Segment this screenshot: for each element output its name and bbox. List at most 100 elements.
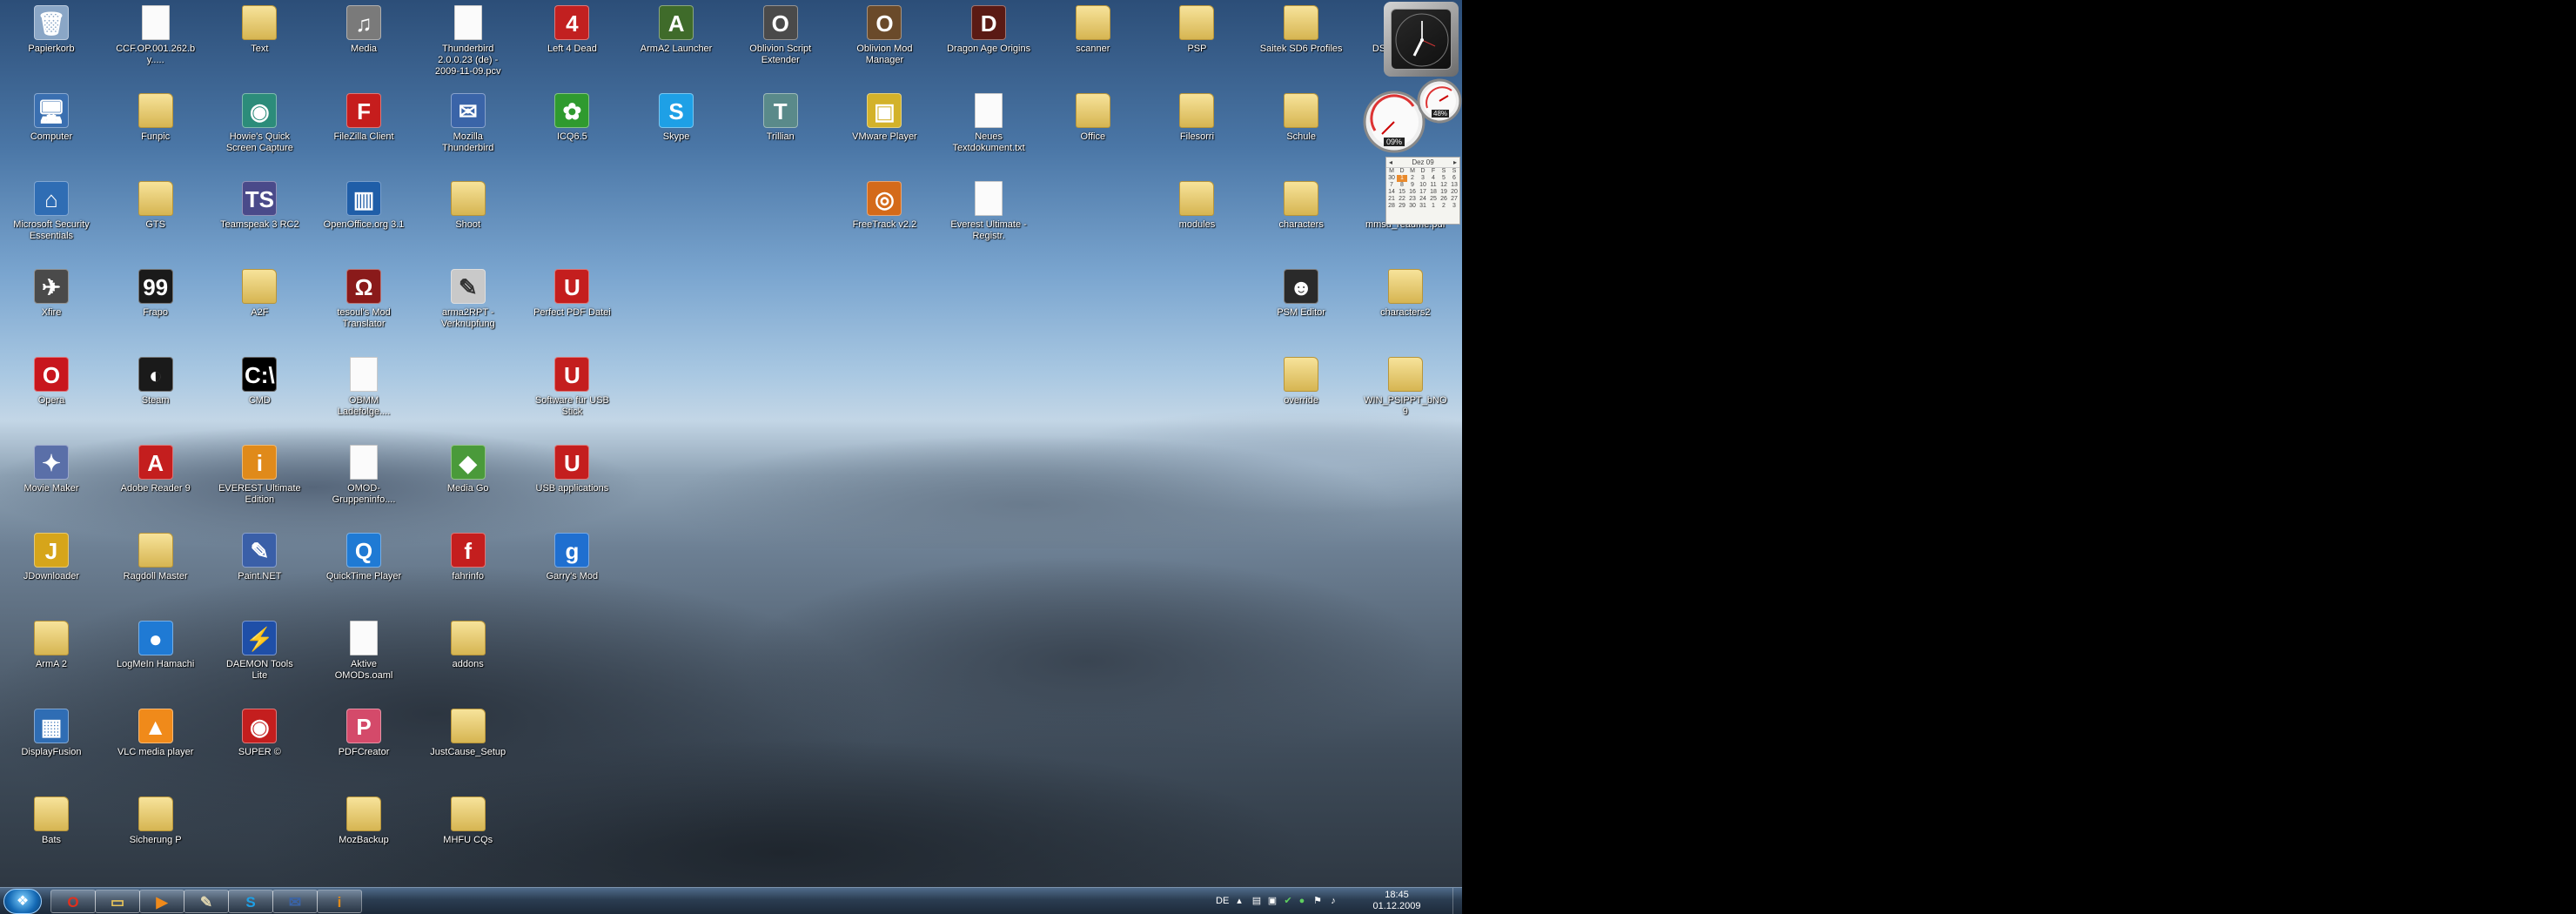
calendar-day[interactable]: 24 [1418, 196, 1428, 203]
calendar-day[interactable]: 17 [1418, 189, 1428, 196]
language-indicator[interactable]: DE [1216, 896, 1229, 906]
taskbar-notepad-button[interactable]: ✎ [184, 890, 229, 913]
calendar-day[interactable]: 19 [1439, 189, 1449, 196]
calendar-day[interactable]: 21 [1386, 196, 1397, 203]
update-icon[interactable]: ● [1296, 895, 1308, 907]
desktop-icon[interactable]: characters [1259, 181, 1343, 231]
desktop-icon[interactable]: ArmA 2 [10, 621, 93, 670]
desktop-icon[interactable]: g Garry's Mod [530, 533, 614, 582]
calendar-day[interactable]: 14 [1386, 189, 1397, 196]
desktop-icon[interactable]: J JDownloader [10, 533, 93, 582]
desktop-icon[interactable]: A2F [218, 269, 301, 319]
calendar-day[interactable]: 10 [1418, 182, 1428, 189]
clock-gadget[interactable] [1384, 2, 1459, 77]
desktop-icon[interactable]: scanner [1051, 5, 1135, 55]
desktop-icon[interactable]: 4 Left 4 Dead [530, 5, 614, 55]
desktop-icon[interactable]: MHFU CQs [426, 796, 510, 846]
calendar-day[interactable]: 7 [1386, 182, 1397, 189]
taskbar-skype-button[interactable]: S [228, 890, 273, 913]
taskbar-explorer-button[interactable]: ▭ [95, 890, 140, 913]
desktop-icon[interactable]: C:\ CMD [218, 357, 301, 407]
desktop-icon[interactable]: Saitek SD6 Profiles [1259, 5, 1343, 55]
desktop-icon[interactable]: Bats [10, 796, 93, 846]
desktop-icon[interactable]: ☻ PSM Editor [1259, 269, 1343, 319]
desktop-icon[interactable]: ⌂ Microsoft Security Essentials [10, 181, 93, 242]
desktop-icon[interactable]: i EVEREST Ultimate Edition [218, 445, 301, 506]
calendar-day[interactable]: 3 [1449, 203, 1459, 210]
desktop-icon[interactable]: S Skype [634, 93, 718, 143]
desktop-icon[interactable]: F FileZilla Client [322, 93, 406, 143]
show-desktop-button[interactable] [1452, 888, 1462, 914]
taskbar-thunderbird-button[interactable]: ✉ [272, 890, 318, 913]
calendar-day[interactable]: 4 [1428, 175, 1439, 182]
calendar-day[interactable]: 18 [1428, 189, 1439, 196]
calendar-day[interactable]: 28 [1386, 203, 1397, 210]
desktop-icon[interactable]: ◉ Howie's Quick Screen Capture [218, 93, 301, 154]
desktop-icon[interactable]: ♫ Media [322, 5, 406, 55]
desktop-icon[interactable]: O Opera [10, 357, 93, 407]
calendar-day[interactable]: 2 [1439, 203, 1449, 210]
desktop-icon[interactable]: ▣ VMware Player [842, 93, 926, 143]
calendar-day[interactable]: 20 [1449, 189, 1459, 196]
desktop-icon[interactable]: WIN_PSIPPT_bNO9 [1364, 357, 1447, 418]
show-hidden-icons-icon[interactable]: ▴ [1233, 895, 1245, 907]
desktop-icon[interactable]: U Software für USB Stick [530, 357, 614, 418]
taskbar-everest-button[interactable]: i [317, 890, 362, 913]
calendar-day[interactable]: 6 [1449, 175, 1459, 182]
desktop-icon[interactable]: Thunderbird 2.0.0.23 (de) - 2009-11-09.p… [426, 5, 510, 77]
desktop-icon[interactable]: D Dragon Age Origins [947, 5, 1030, 55]
calendar-day[interactable]: 23 [1407, 196, 1418, 203]
desktop-icon[interactable]: OBMM Ladefolge.... [322, 357, 406, 418]
desktop-icon[interactable]: MozBackup [322, 796, 406, 846]
desktop-icon[interactable]: ◎ FreeTrack v2.2 [842, 181, 926, 231]
desktop-icon[interactable]: ✈ Xfire [10, 269, 93, 319]
desktop-icon[interactable]: Shoot [426, 181, 510, 231]
network-icon[interactable]: ▤ [1251, 895, 1263, 907]
calendar-day[interactable]: 25 [1428, 196, 1439, 203]
calendar-day[interactable]: 1 [1428, 203, 1439, 210]
desktop-icon[interactable]: ▦ DisplayFusion [10, 709, 93, 758]
desktop-icon[interactable]: override [1259, 357, 1343, 407]
desktop-icon[interactable]: Ωtesoul's Mod Translator [322, 269, 406, 330]
desktop-icon[interactable]: Everest Ultimate - Registr. [947, 181, 1030, 242]
calendar-day[interactable]: 12 [1439, 182, 1449, 189]
desktop-icon[interactable]: 🖥 Computer [10, 93, 93, 143]
desktop-icon[interactable]: Neues Textdokument.txt [947, 93, 1030, 154]
desktop-icon[interactable]: GTS [114, 181, 198, 231]
calendar-day[interactable]: 2 [1407, 175, 1418, 182]
desktop-icon[interactable]: ◐ Steam [114, 357, 198, 407]
desktop-icon[interactable]: O Oblivion Mod Manager [842, 5, 926, 66]
calendar-day[interactable]: 22 [1397, 196, 1407, 203]
calendar-day[interactable]: 9 [1407, 182, 1418, 189]
calendar-day[interactable]: 27 [1449, 196, 1459, 203]
desktop-icon[interactable]: T Trillian [739, 93, 822, 143]
calendar-day[interactable]: 5 [1439, 175, 1449, 182]
desktop-icon[interactable]: ▲ VLC media player [114, 709, 198, 758]
desktop-icon[interactable]: U Perfect PDF Datei [530, 269, 614, 319]
desktop-icon[interactable]: ◆ Media Go [426, 445, 510, 494]
desktop-icon[interactable]: JustCause_Setup [426, 709, 510, 758]
desktop-icon[interactable]: A Adobe Reader 9 [114, 445, 198, 494]
calendar-day[interactable]: 31 [1418, 203, 1428, 210]
security-icon[interactable]: ✔ [1282, 895, 1294, 907]
desktop-icon[interactable]: characters2 [1364, 269, 1447, 319]
calendar-day[interactable]: 15 [1397, 189, 1407, 196]
calendar-day[interactable]: 30 [1386, 175, 1397, 182]
desktop-icon[interactable]: Aktive OMODs.oaml [322, 621, 406, 682]
desktop-icon[interactable]: 99 Frapo [114, 269, 198, 319]
display-icon[interactable]: ▣ [1266, 895, 1278, 907]
desktop-icon[interactable]: P PDFCreator [322, 709, 406, 758]
calendar-day[interactable]: 3 [1418, 175, 1428, 182]
desktop-icon[interactable]: addons [426, 621, 510, 670]
desktop-icon[interactable]: A ArmA2 Launcher [634, 5, 718, 55]
action-center-flag-icon[interactable]: ⚑ [1311, 895, 1324, 907]
desktop-icon[interactable]: ▥ OpenOffice.org 3.1 [322, 181, 406, 231]
calendar-day[interactable]: 26 [1439, 196, 1449, 203]
calendar-prev-icon[interactable]: ◂ [1386, 158, 1392, 167]
volume-icon[interactable]: ♪ [1327, 895, 1339, 907]
desktop[interactable]: 🗑 Papierkorb CCF.OP.001.262.by..... Text ♫ Me… [0, 0, 1462, 914]
clock-date[interactable]: 01.12.2009 [1362, 901, 1432, 911]
desktop-icon[interactable]: U USB applications [530, 445, 614, 494]
desktop-icon[interactable]: ✎ arma2RPT - Verknüpfung [426, 269, 510, 330]
desktop-icon[interactable]: ⚡ DAEMON Tools Lite [218, 621, 301, 682]
